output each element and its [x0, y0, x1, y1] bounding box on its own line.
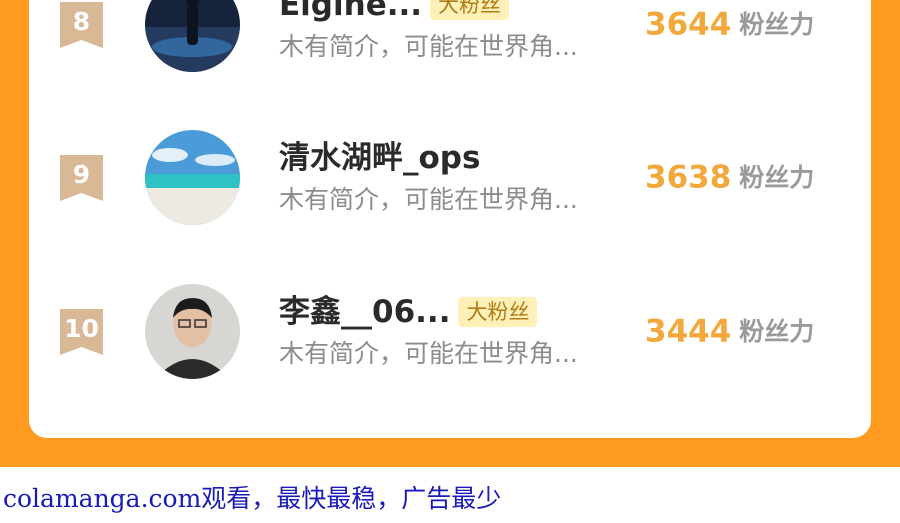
user-name[interactable]: Elgine... [279, 0, 422, 25]
fan-power-score: 3638 粉丝力 [645, 157, 814, 198]
user-intro: 木有简介，可能在世界角... [279, 32, 578, 61]
avatar[interactable] [145, 0, 240, 72]
rank-number: 9 [72, 160, 91, 189]
user-name[interactable]: 李鑫__06... [279, 292, 450, 332]
fan-power-score: 3444 粉丝力 [645, 311, 814, 352]
footer-banner: colamanga.com观看，最快最稳，广告最少 [0, 467, 900, 523]
rank-ribbon-icon: 8 [60, 2, 103, 48]
avatar[interactable] [145, 284, 240, 379]
leaderboard-row-8[interactable]: 8 Elgine... 大粉丝 木有简介，可能在世界角... 3644 粉丝力 [0, 0, 900, 75]
rank-ribbon-icon: 10 [60, 309, 103, 355]
fan-power-unit: 粉丝力 [739, 162, 815, 192]
fan-power-value: 3638 [645, 159, 732, 196]
fan-level-badge: 大粉丝 [430, 0, 510, 20]
user-intro: 木有简介，可能在世界角... [279, 185, 578, 214]
avatar[interactable] [145, 130, 240, 225]
rank-ribbon-icon: 9 [60, 155, 103, 201]
rank-number: 8 [72, 7, 91, 36]
fan-power-value: 3444 [645, 313, 732, 350]
fan-power-unit: 粉丝力 [739, 9, 815, 39]
fan-power-score: 3644 粉丝力 [645, 4, 814, 45]
fan-power-value: 3644 [645, 6, 732, 43]
leaderboard-row-9[interactable]: 9 清水湖畔_ops 木有简介，可能在世界角... 3638 粉丝力 [0, 128, 900, 228]
fan-power-unit: 粉丝力 [739, 316, 815, 346]
rank-number: 10 [64, 314, 99, 343]
user-name[interactable]: 清水湖畔_ops [279, 138, 480, 178]
footer-watermark-text[interactable]: colamanga.com观看，最快最稳，广告最少 [3, 479, 501, 515]
user-intro: 木有简介，可能在世界角... [279, 339, 578, 368]
leaderboard-row-10[interactable]: 10 李鑫__06... 大粉丝 木有简介，可能在世界角... 3444 粉丝力 [0, 282, 900, 382]
fan-level-badge: 大粉丝 [458, 297, 538, 327]
